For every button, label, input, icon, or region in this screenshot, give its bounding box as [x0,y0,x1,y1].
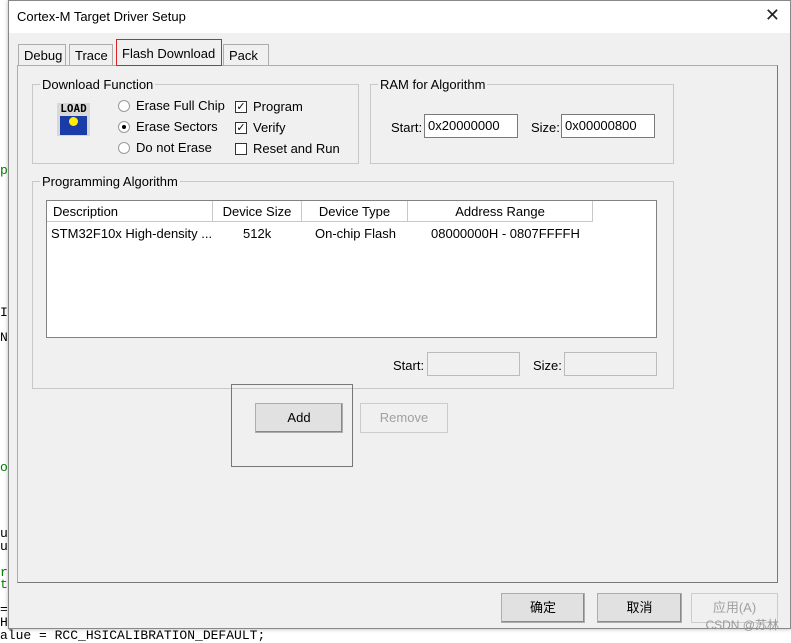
checkbox-label: Verify [253,120,286,135]
code-text: N [0,330,8,345]
group-legend: RAM for Algorithm [378,77,488,92]
column-header-description[interactable]: Description [47,201,213,222]
code-text: u [0,539,8,554]
group-legend: Download Function [40,77,156,92]
code-text: I [0,305,8,320]
column-header-address-range[interactable]: Address Range [408,201,593,222]
add-button[interactable]: Add [255,403,343,433]
checkbox-icon[interactable] [235,142,247,155]
tab-debug[interactable]: Debug [18,44,66,66]
algo-start-label: Start: [393,358,425,373]
checkbox-label: Reset and Run [253,141,340,156]
cell-device-type: On-chip Flash [315,226,396,241]
radio-icon[interactable] [118,120,130,133]
group-legend: Programming Algorithm [40,174,180,189]
cell-device-size: 512k [243,226,272,241]
code-text: t [0,577,8,592]
algo-start-input[interactable] [427,352,520,376]
download-function-group: Download Function LOAD Erase Full Chip E… [32,77,359,164]
ram-start-input[interactable]: 0x20000000 [424,114,518,138]
ok-button[interactable]: 确定 [501,593,585,623]
column-header-device-type[interactable]: Device Type [302,201,408,222]
radio-do-not-erase[interactable]: Do not Erase [118,140,212,155]
target-driver-setup-dialog: Cortex-M Target Driver Setup ✕ Debug Tra… [8,0,791,629]
checkbox-label: Program [253,99,303,114]
checkbox-verify[interactable]: ✓ Verify [235,120,286,135]
algo-size-label: Size: [533,358,562,373]
radio-label: Do not Erase [136,140,212,155]
tab-flash-download[interactable]: Flash Download [116,39,222,66]
checkbox-icon[interactable]: ✓ [235,121,247,134]
radio-erase-full-chip[interactable]: Erase Full Chip [118,98,225,113]
load-icon: LOAD [57,103,90,136]
tab-trace[interactable]: Trace [69,44,113,66]
tab-pack[interactable]: Pack [223,44,269,66]
cancel-button[interactable]: 取消 [597,593,682,623]
checkbox-program[interactable]: ✓ Program [235,99,303,114]
checkbox-reset-and-run[interactable]: Reset and Run [235,141,340,156]
radio-label: Erase Sectors [136,119,218,134]
checkbox-icon[interactable]: ✓ [235,100,247,113]
watermark: CSDN @苏林 [705,618,779,632]
ram-size-label: Size: [531,120,560,135]
code-text: o [0,460,8,475]
ram-size-input[interactable]: 0x00000800 [561,114,655,138]
radio-icon[interactable] [118,99,130,112]
radio-label: Erase Full Chip [136,98,225,113]
algo-size-input[interactable] [564,352,657,376]
ram-start-label: Start: [391,120,423,135]
code-text: alue = RCC_HSICALIBRATION_DEFAULT; [0,628,266,643]
load-icon-text: LOAD [60,102,87,115]
radio-erase-sectors[interactable]: Erase Sectors [118,119,218,134]
code-text: p [0,163,8,178]
column-header-device-size[interactable]: Device Size [213,201,302,222]
close-icon[interactable]: ✕ [765,5,780,26]
cell-description: STM32F10x High-density ... [51,226,213,241]
algorithm-table[interactable]: Description Device Size Device Type Addr… [46,200,657,338]
radio-icon[interactable] [118,141,130,154]
title-bar: Cortex-M Target Driver Setup ✕ [9,1,790,33]
dialog-title: Cortex-M Target Driver Setup [17,9,186,24]
cell-address-range: 08000000H - 0807FFFFH [431,226,580,241]
remove-button[interactable]: Remove [360,403,448,433]
